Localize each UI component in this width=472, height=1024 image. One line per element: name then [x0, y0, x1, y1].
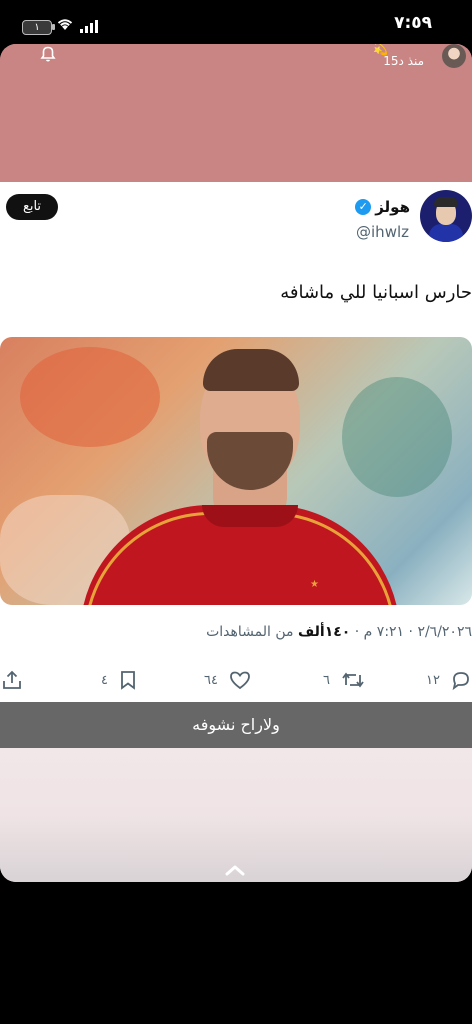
tweet-meta: ٢/٦/٢٠٢٦ · ٧:٢١ م · ١٤٠ألف من المشاهدات	[206, 624, 472, 640]
tweet-text: حارس اسبانيا للي ماشافه	[280, 282, 472, 303]
like-action[interactable]: ٦٤	[204, 669, 252, 691]
status-time: ٧:٥٩	[394, 13, 432, 33]
retweet-action[interactable]: ٦	[323, 669, 366, 691]
battery-icon: ١	[22, 20, 52, 35]
bookmark-count: ٤	[101, 672, 108, 688]
reply-action[interactable]: ١٢	[426, 669, 472, 691]
like-count: ٦٤	[204, 672, 218, 688]
caption-bar: ولاراح نشوفه	[0, 702, 472, 748]
signal-icon	[80, 20, 98, 33]
story-card: 💫 منذ د15 تابع هولز ✓ @ihwlz حارس اسباني…	[0, 44, 472, 882]
status-bar: ١ ٧:٥٩	[0, 0, 472, 44]
wifi-icon	[56, 16, 74, 35]
author-name-line: هولز ✓	[355, 198, 410, 216]
tweet-card: تابع هولز ✓ @ihwlz حارس اسبانيا للي ماشا…	[0, 182, 472, 748]
story-header: 💫 منذ د15	[0, 44, 472, 182]
share-icon	[0, 669, 24, 691]
display-name[interactable]: هولز	[375, 198, 410, 216]
verified-badge-icon: ✓	[355, 199, 372, 215]
share-action[interactable]	[0, 669, 24, 691]
story-caption: ولاراح نشوفه	[192, 715, 280, 734]
story-avatar[interactable]	[442, 44, 466, 68]
reply-icon	[450, 669, 472, 691]
views-count: ١٤٠ألف	[297, 624, 351, 640]
tweet-actions: ١٢ ٦ ٦٤ ٤	[0, 669, 472, 703]
like-icon	[228, 669, 252, 691]
user-handle[interactable]: @ihwlz	[356, 223, 409, 241]
battery-level: ١	[34, 22, 40, 33]
retweet-icon	[340, 669, 366, 691]
reply-count: ١٢	[426, 672, 440, 688]
tweet-timestamp: ٢/٦/٢٠٢٦ · ٧:٢١ م ·	[350, 624, 472, 640]
views-label: من المشاهدات	[206, 624, 298, 640]
battery-tip	[52, 24, 55, 30]
chevron-up-icon[interactable]	[224, 858, 246, 882]
bell-icon[interactable]	[38, 44, 58, 69]
bookmark-action[interactable]: ٤	[101, 669, 138, 691]
follow-button[interactable]: تابع	[6, 194, 58, 220]
avatar[interactable]	[420, 190, 472, 242]
retweet-count: ٦	[323, 672, 330, 688]
tweet-photo[interactable]: ★	[0, 337, 472, 605]
story-time-ago: منذ د15	[383, 54, 424, 68]
story-lower-area	[0, 748, 472, 882]
bookmark-icon	[118, 669, 138, 691]
